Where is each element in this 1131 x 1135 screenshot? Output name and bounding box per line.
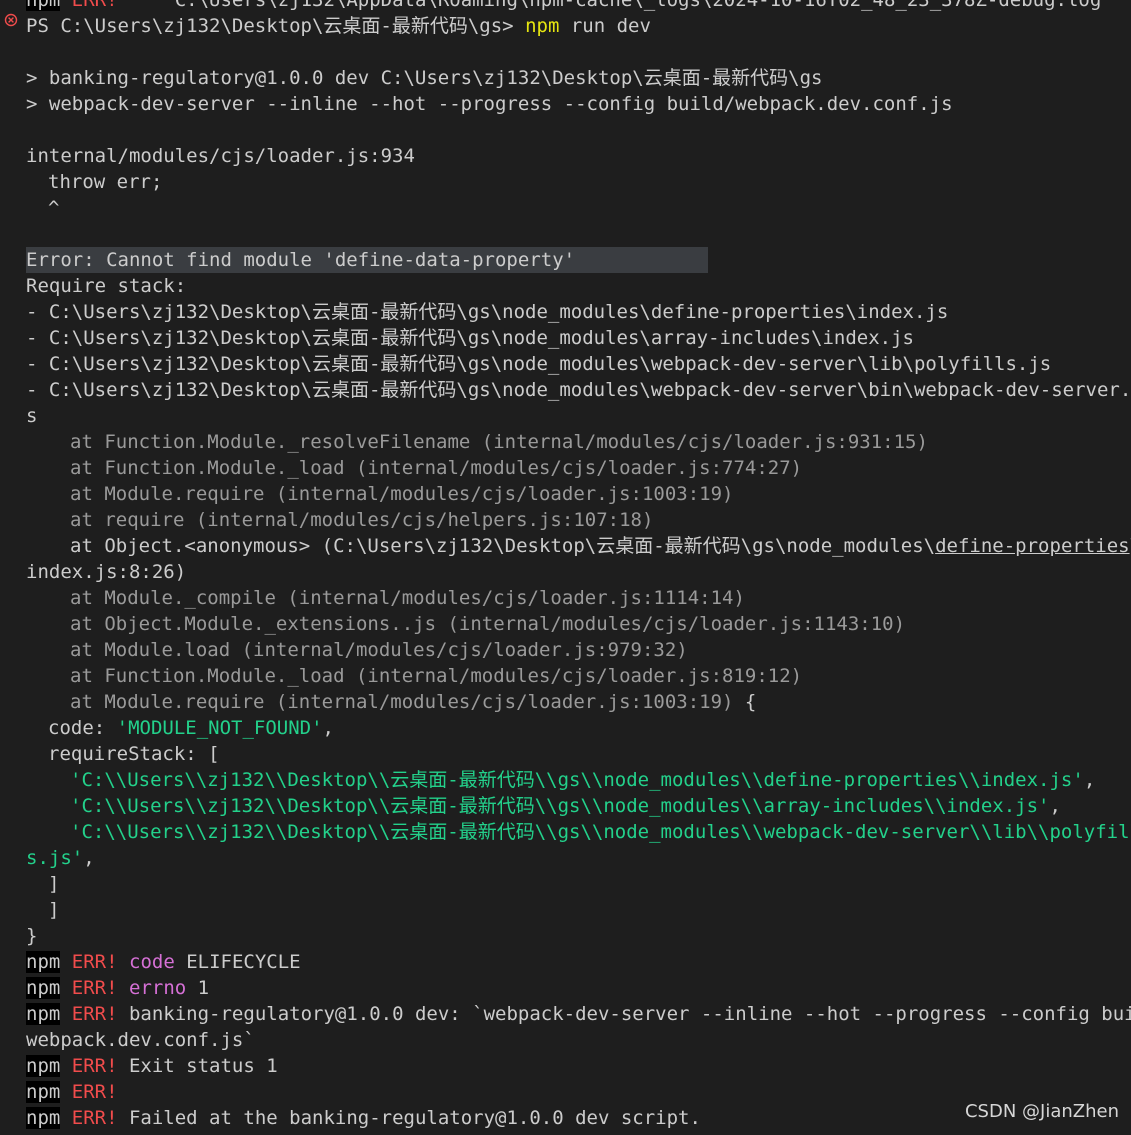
npm-err-line: npm ERR! Exit status 1 (26, 1055, 278, 1077)
require-stack-string: 'C:\\Users\\zj132\\Desktop\\云桌面-最新代码\\gs… (70, 769, 1096, 791)
require-stack-string: 'C:\\Users\\zj132\\Desktop\\云桌面-最新代码\\gs… (70, 795, 1061, 817)
require-stack-string: 'C:\\Users\\zj132\\Desktop\\云桌面-最新代码\\gs… (70, 821, 1131, 843)
throw-line: throw err; (48, 171, 163, 193)
npm-err-line: npm ERR! errno 1 (26, 977, 210, 999)
require-stack-heading: Require stack: (26, 275, 187, 297)
require-stack-item: - C:\Users\zj132\Desktop\云桌面-最新代码\gs\nod… (26, 379, 1131, 401)
file-path-link[interactable]: define-properties (935, 535, 1129, 557)
stack-frame-line: at Module.require (internal/modules/cjs/… (70, 691, 757, 713)
script-command-line: > webpack-dev-server --inline --hot --pr… (26, 93, 953, 115)
npm-err-line: npm ERR! Failed at the banking-regulator… (26, 1107, 701, 1129)
npm-err-line: npm ERR! code ELIFECYCLE (26, 951, 301, 973)
require-stack-item: - C:\Users\zj132\Desktop\云桌面-最新代码\gs\nod… (26, 301, 949, 323)
stack-frame-line: at Function.Module._load (internal/modul… (70, 457, 803, 479)
require-stack-array-open: requireStack: [ (48, 743, 220, 765)
require-stack-item: - C:\Users\zj132\Desktop\云桌面-最新代码\gs\nod… (26, 327, 914, 349)
require-stack-item: - C:\Users\zj132\Desktop\云桌面-最新代码\gs\nod… (26, 353, 1052, 375)
stack-frame-line: at Module.require (internal/modules/cjs/… (70, 483, 734, 505)
error-message-line: Error: Cannot find module 'define-data-p… (26, 247, 708, 273)
stack-frame-line: at Module.load (internal/modules/cjs/loa… (70, 639, 688, 661)
require-stack-string-wrap: s.js', (26, 847, 95, 869)
command-prompt-line: PS C:\Users\zj132\Desktop\云桌面-最新代码\gs> n… (26, 15, 651, 37)
require-stack-item-wrap: s (26, 405, 38, 427)
npm-err-line-wrap: webpack.dev.conf.js` (26, 1029, 255, 1051)
bracket-close-line: ] (48, 899, 60, 921)
stack-frame-line: at Module._compile (internal/modules/cjs… (70, 587, 745, 609)
terminal-panel[interactable]: npm ERR! C:\Users\zj132\AppData\Roaming\… (0, 0, 1131, 1135)
stack-frame-line: at require (internal/modules/cjs/helpers… (70, 509, 654, 531)
stack-frame-line-wrap: index.js:8:26) (26, 561, 187, 583)
error-code-line: code: 'MODULE_NOT_FOUND', (48, 717, 334, 739)
stack-frame-line: at Function.Module._resolveFilename (int… (70, 431, 928, 453)
stack-frame-line-user: at Object.<anonymous> (C:\Users\zj132\De… (70, 535, 1131, 557)
brace-close-line: } (26, 925, 38, 947)
stack-frame-line: at Function.Module._load (internal/modul… (70, 665, 803, 687)
csdn-watermark: CSDN @JianZhen (964, 1101, 1119, 1122)
script-header-line: > banking-regulatory@1.0.0 dev C:\Users\… (26, 67, 823, 89)
error-circle-icon[interactable] (4, 13, 18, 27)
npm-err-line: npm ERR! (26, 1081, 118, 1103)
loader-location-line: internal/modules/cjs/loader.js:934 (26, 145, 415, 167)
bracket-close-line: ] (48, 873, 60, 895)
caret-line: ^ (48, 197, 60, 219)
npm-err-line: npm ERR! banking-regulatory@1.0.0 dev: `… (26, 1003, 1131, 1025)
npm-err-log-line: npm ERR! C:\Users\zj132\AppData\Roaming\… (26, 0, 1101, 13)
stack-frame-line: at Object.Module._extensions..js (intern… (70, 613, 906, 635)
